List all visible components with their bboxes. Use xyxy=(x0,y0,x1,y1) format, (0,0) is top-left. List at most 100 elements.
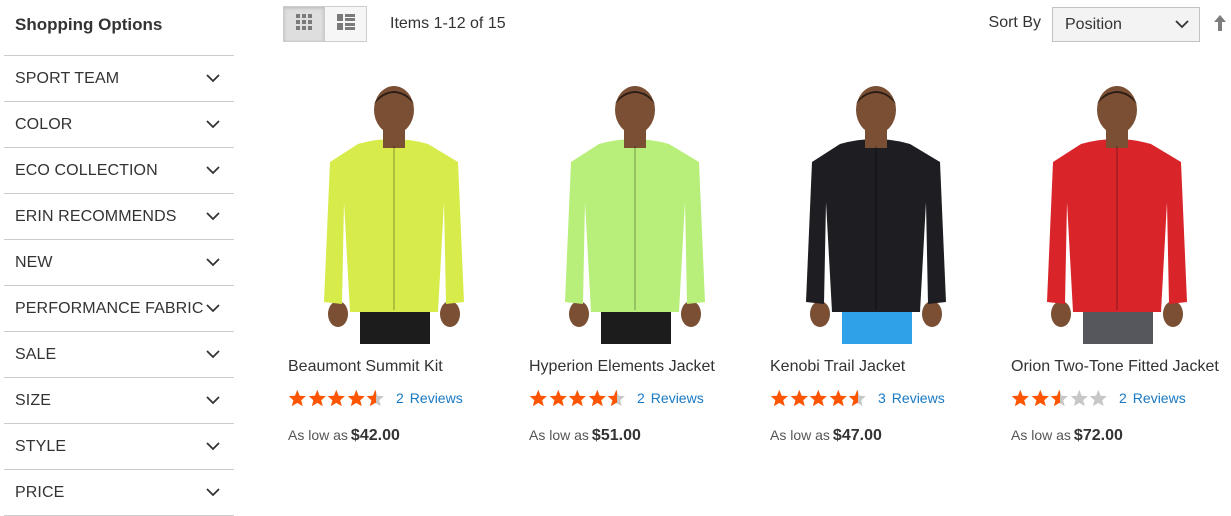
filter-item-style[interactable]: STYLE xyxy=(4,424,234,470)
filter-label: NEW xyxy=(15,253,53,271)
rating-stars xyxy=(1011,389,1109,407)
price-label: As low as xyxy=(1011,427,1071,443)
filter-label: STYLE xyxy=(15,437,67,455)
filter-label: SALE xyxy=(15,345,57,363)
star-icon xyxy=(529,389,547,407)
chevron-down-icon xyxy=(206,120,220,129)
arrow-up-icon xyxy=(1213,15,1227,36)
star-icon xyxy=(1070,389,1088,407)
filter-sidebar: Shopping Options SPORT TEAM COLOR ECO COLL… xyxy=(4,0,234,516)
sort-select[interactable]: Position xyxy=(1052,7,1200,42)
product-photo xyxy=(324,86,464,344)
chevron-down-icon xyxy=(206,74,220,83)
reviews-label: Reviews xyxy=(1132,390,1186,406)
sort-label: Sort By xyxy=(988,14,1041,31)
reviews-link[interactable]: 3 Reviews xyxy=(878,390,945,406)
chevron-down-icon xyxy=(206,166,220,175)
star-icon xyxy=(849,389,859,407)
price-label: As low as xyxy=(288,427,348,443)
product-image-link[interactable] xyxy=(1021,82,1211,344)
product-name-link[interactable]: Orion Two-Tone Fitted Jacket xyxy=(1011,358,1219,376)
filter-label: SIZE xyxy=(15,391,51,409)
star-icon xyxy=(308,389,326,407)
rating-summary: 2 Reviews xyxy=(529,389,704,407)
filter-item-size[interactable]: SIZE xyxy=(4,378,234,424)
grid-icon xyxy=(296,13,312,35)
star-icon xyxy=(829,389,847,407)
price-value: $72.00 xyxy=(1073,427,1123,444)
filter-item-price[interactable]: PRICE xyxy=(4,470,234,516)
star-icon xyxy=(809,389,828,407)
filter-label: SPORT TEAM xyxy=(15,69,120,87)
price-label: As low as xyxy=(770,427,830,443)
stars-filled xyxy=(1011,389,1060,407)
reviews-label: Reviews xyxy=(891,390,945,406)
filter-item-sport-team[interactable]: SPORT TEAM xyxy=(4,56,234,102)
filter-label: PRICE xyxy=(15,483,65,501)
product-image-link[interactable] xyxy=(298,82,488,344)
product-image-link[interactable] xyxy=(539,82,729,344)
rating-summary: 3 Reviews xyxy=(770,389,945,407)
price-box: As low as $42.00 xyxy=(288,427,400,445)
price-box: As low as $47.00 xyxy=(770,427,882,445)
view-mode-switcher xyxy=(283,6,367,42)
star-icon xyxy=(367,389,377,407)
list-icon xyxy=(336,13,355,35)
star-icon xyxy=(288,389,306,407)
star-icon xyxy=(327,389,346,407)
price-value: $42.00 xyxy=(350,427,400,444)
chevron-down-icon xyxy=(206,350,220,359)
chevron-down-icon xyxy=(1175,20,1189,29)
chevron-down-icon xyxy=(206,304,220,313)
grid-view-button[interactable] xyxy=(283,6,325,42)
star-icon xyxy=(1050,389,1060,407)
reviews-label: Reviews xyxy=(650,390,704,406)
star-icon xyxy=(770,389,788,407)
reviews-count: 3 xyxy=(878,390,886,406)
product-photo xyxy=(806,86,946,344)
toolbar: Items 1-12 of 15 Sort By Position xyxy=(283,6,1227,42)
filter-item-sale[interactable]: SALE xyxy=(4,332,234,378)
product-name-link[interactable]: Hyperion Elements Jacket xyxy=(529,358,715,376)
star-icon xyxy=(1090,389,1108,407)
star-icon xyxy=(588,389,606,407)
filter-item-eco-collection[interactable]: ECO COLLECTION xyxy=(4,148,234,194)
rating-summary: 2 Reviews xyxy=(288,389,463,407)
filter-item-new[interactable]: NEW xyxy=(4,240,234,286)
chevron-down-icon xyxy=(206,258,220,267)
star-icon xyxy=(347,389,365,407)
chevron-down-icon xyxy=(206,488,220,497)
filter-item-color[interactable]: COLOR xyxy=(4,102,234,148)
star-icon xyxy=(568,389,587,407)
filter-list: SPORT TEAM COLOR ECO COLLECTION ERIN RECOMM… xyxy=(4,56,234,516)
product-image-link[interactable] xyxy=(780,82,970,344)
list-view-button[interactable] xyxy=(325,6,367,42)
price-value: $47.00 xyxy=(832,427,882,444)
price-value: $51.00 xyxy=(591,427,641,444)
rating-summary: 2 Reviews xyxy=(1011,389,1186,407)
star-icon xyxy=(790,389,808,407)
filter-label: ERIN RECOMMENDS xyxy=(15,207,177,225)
reviews-link[interactable]: 2 Reviews xyxy=(396,390,463,406)
sort-direction-button[interactable] xyxy=(1213,14,1227,32)
reviews-count: 2 xyxy=(1119,390,1127,406)
price-box: As low as $72.00 xyxy=(1011,427,1123,445)
star-icon xyxy=(608,389,618,407)
stars-filled xyxy=(770,389,859,407)
filter-label: ECO COLLECTION xyxy=(15,161,158,179)
product-name-link[interactable]: Beaumont Summit Kit xyxy=(288,358,443,376)
items-count: Items 1-12 of 15 xyxy=(390,15,506,32)
star-icon xyxy=(1011,389,1029,407)
reviews-link[interactable]: 2 Reviews xyxy=(1119,390,1186,406)
product-name-link[interactable]: Kenobi Trail Jacket xyxy=(770,358,905,376)
rating-stars xyxy=(288,389,386,407)
product-photo xyxy=(1047,86,1187,344)
star-icon xyxy=(1031,389,1049,407)
reviews-count: 2 xyxy=(637,390,645,406)
chevron-down-icon xyxy=(206,442,220,451)
filter-item-erin-recommends[interactable]: ERIN RECOMMENDS xyxy=(4,194,234,240)
price-box: As low as $51.00 xyxy=(529,427,641,445)
reviews-link[interactable]: 2 Reviews xyxy=(637,390,704,406)
reviews-count: 2 xyxy=(396,390,404,406)
filter-item-performance-fabric[interactable]: PERFORMANCE FABRIC xyxy=(4,286,234,332)
